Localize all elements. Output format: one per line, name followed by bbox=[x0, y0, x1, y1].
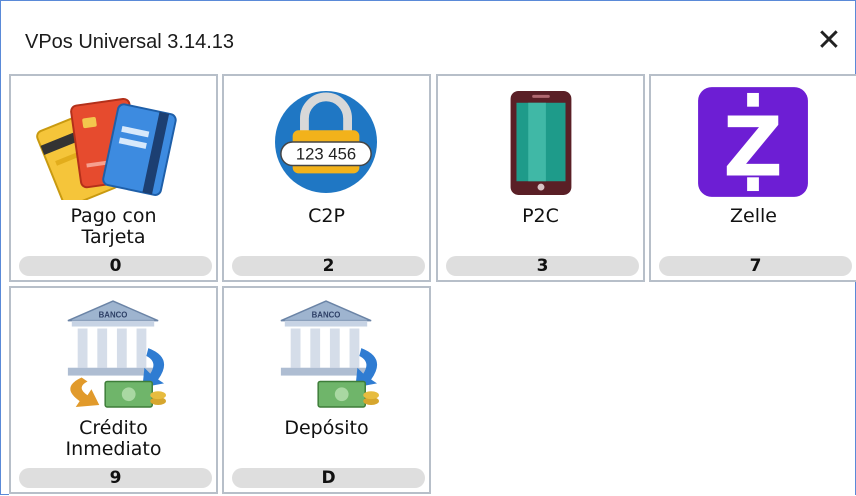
shortcut-badge: D bbox=[232, 468, 425, 488]
close-icon[interactable]: ✕ bbox=[811, 23, 847, 59]
tile-c2p[interactable]: 123 456 C2P 2 bbox=[222, 74, 431, 282]
tile-label: Depósito bbox=[224, 418, 429, 439]
credit-cards-icon bbox=[36, 97, 177, 200]
tile-label-line: Pago con bbox=[70, 205, 157, 227]
tile-label: C2P bbox=[224, 206, 429, 227]
tile-label-line: Tarjeta bbox=[81, 226, 146, 248]
shortcut-badge: 7 bbox=[659, 256, 852, 276]
tile-label: P2C bbox=[438, 206, 643, 227]
shortcut-badge: 9 bbox=[19, 468, 212, 488]
tile-label: Zelle bbox=[651, 206, 856, 227]
tile-zelle[interactable]: Z Zelle 7 bbox=[649, 74, 856, 282]
padlock-code-icon: 123 456 bbox=[275, 90, 378, 194]
payment-methods-grid: Pago con Tarjeta 0 123 456 C2P 2 P2C 3 Z… bbox=[9, 74, 856, 496]
shortcut-badge: 0 bbox=[19, 256, 212, 276]
tile-label: Pago con Tarjeta bbox=[11, 206, 216, 248]
c2p-code-text: 123 456 bbox=[296, 145, 356, 164]
title-bar: VPos Universal 3.14.13 ✕ bbox=[1, 1, 855, 71]
tile-label-line: C2P bbox=[308, 205, 345, 227]
tile-label-line: Depósito bbox=[284, 417, 369, 439]
bank-transfer-icon: BANCO bbox=[67, 300, 166, 408]
tile-label-line: Crédito bbox=[79, 417, 148, 439]
tile-pago-con-tarjeta[interactable]: Pago con Tarjeta 0 bbox=[9, 74, 218, 282]
tile-label-line: P2C bbox=[522, 205, 559, 227]
smartphone-icon bbox=[510, 90, 572, 195]
tile-label: Crédito Inmediato bbox=[11, 418, 216, 460]
tile-p2c[interactable]: P2C 3 bbox=[436, 74, 645, 282]
app-window: VPos Universal 3.14.13 ✕ Pago con Tarjet… bbox=[0, 0, 856, 496]
bank-deposit-icon: BANCO bbox=[280, 300, 379, 408]
shortcut-badge: 2 bbox=[232, 256, 425, 276]
window-title: VPos Universal 3.14.13 bbox=[25, 31, 235, 53]
tile-label-line: Inmediato bbox=[65, 438, 162, 460]
tile-credito-inmediato[interactable]: BANCO Crédito Inmediato 9 bbox=[9, 286, 218, 494]
tile-deposito[interactable]: BANCO Depósito D bbox=[222, 286, 431, 494]
bank-sign-text: BANCO bbox=[312, 311, 341, 320]
tile-label-line: Zelle bbox=[730, 205, 777, 227]
shortcut-badge: 3 bbox=[446, 256, 639, 276]
zelle-logo-icon: Z bbox=[698, 87, 808, 197]
bank-sign-text: BANCO bbox=[99, 311, 128, 320]
